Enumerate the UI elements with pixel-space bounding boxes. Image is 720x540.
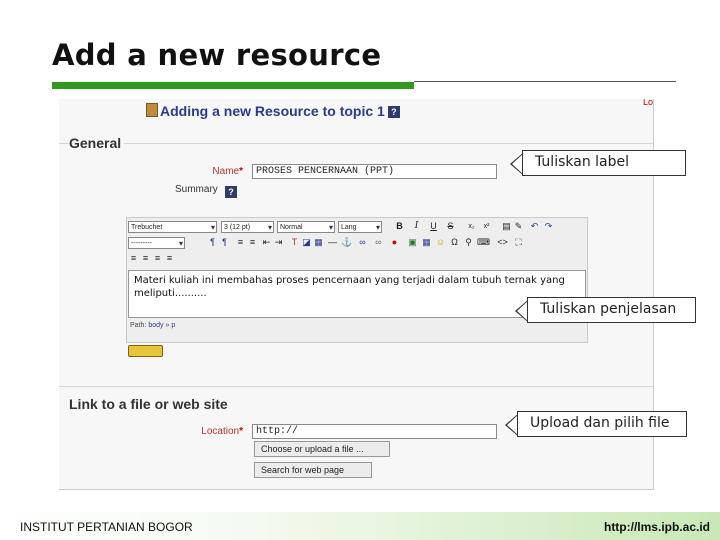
callout-upload: Upload dan pilih file (517, 411, 687, 437)
style-select[interactable]: Normal (277, 221, 335, 233)
nolink-icon[interactable]: ● (389, 237, 400, 248)
path-label: Path: (130, 322, 147, 329)
location-label-text: Location (201, 426, 240, 437)
title-divider-line (414, 81, 676, 82)
location-required-icon: * (239, 426, 243, 437)
link-icon[interactable]: ∞ (357, 237, 368, 248)
redo-icon[interactable]: ↷ (543, 221, 554, 232)
general-legend: General (69, 135, 125, 151)
background-color-icon[interactable]: ◪ (301, 237, 312, 248)
login-link[interactable]: Lo (643, 99, 653, 107)
outdent-icon[interactable]: ⇤ (261, 237, 272, 248)
ordered-list-icon[interactable]: ≡ (235, 237, 246, 248)
indent-icon[interactable]: ⇥ (273, 237, 284, 248)
link-section-line (59, 386, 653, 387)
text-color-icon[interactable]: T (289, 237, 300, 248)
summary-help-icon[interactable]: ? (225, 186, 237, 198)
undo-icon[interactable]: ↶ (529, 221, 540, 232)
heading-select[interactable]: --------- (128, 237, 185, 249)
emoticon-icon[interactable]: ☺ (435, 237, 446, 248)
location-input[interactable]: http:// (252, 424, 497, 439)
choose-file-button[interactable]: Choose or upload a file ... (254, 441, 390, 457)
font-family-select[interactable]: Trebuchet (128, 221, 217, 233)
editor-path: Path: body » p (130, 322, 175, 329)
align-right-icon[interactable]: ≡ (152, 253, 163, 264)
path-separator: » (165, 322, 170, 329)
html-source-icon[interactable]: ⌨ (477, 237, 490, 248)
search-replace-icon[interactable]: ⚲ (463, 237, 474, 248)
clean-word-icon[interactable]: ▤ (501, 221, 512, 232)
underline-icon[interactable]: U (428, 221, 439, 232)
footer-bar: INSTITUT PERTANIAN BOGOR http://lms.ipb.… (0, 512, 720, 540)
rtl-icon[interactable]: ¶ (219, 237, 230, 248)
search-web-button[interactable]: Search for web page (254, 462, 372, 478)
strikethrough-icon[interactable]: S (445, 221, 456, 232)
resource-icon (146, 103, 158, 117)
summary-label: Summary (175, 184, 218, 195)
ltr-icon[interactable]: ¶ (207, 237, 218, 248)
font-size-select[interactable]: 3 (12 pt) (221, 221, 274, 233)
special-char-icon[interactable]: Ω (449, 237, 460, 248)
unordered-list-icon[interactable]: ≡ (247, 237, 258, 248)
form-heading: Adding a new Resource to topic 1? (146, 103, 400, 119)
slide-title: Add a new resource (52, 38, 382, 72)
superscript-icon[interactable]: x² (481, 221, 492, 232)
clear-icon[interactable]: ✎ (513, 221, 524, 232)
italic-icon[interactable]: I (411, 221, 422, 232)
subscript-icon[interactable]: x₂ (466, 221, 477, 232)
help-icon[interactable]: ? (387, 106, 400, 119)
name-label-text: Name (212, 166, 240, 177)
image-icon[interactable]: ▣ (407, 237, 418, 248)
callout-description: Tuliskan penjelasan (527, 297, 696, 323)
insert-icon[interactable]: ▦ (313, 237, 324, 248)
title-accent-bar (52, 82, 414, 89)
general-section-line (59, 143, 653, 144)
location-label: Location* (179, 426, 243, 437)
required-icon: * (239, 166, 243, 177)
fullscreen-icon[interactable]: ⛶ (513, 237, 524, 248)
link-legend: Link to a file or web site (69, 396, 231, 412)
table-icon[interactable]: ▦ (421, 237, 432, 248)
horizontal-rule-icon[interactable]: — (327, 237, 338, 248)
name-input[interactable]: PROSES PENCERNAAN (PPT) (252, 164, 497, 179)
footer-institution: INSTITUT PERTANIAN BOGOR (20, 520, 193, 534)
bold-icon[interactable]: B (394, 221, 405, 232)
toggle-html-icon[interactable]: <> (497, 237, 508, 248)
align-justify-icon[interactable]: ≡ (164, 253, 175, 264)
form-heading-text: Adding a new Resource to topic 1 (160, 103, 385, 119)
html-editor: Trebuchet 3 (12 pt) Normal Lang B I U S … (126, 217, 588, 343)
name-label: Name* (179, 166, 243, 177)
callout-label: Tuliskan label (522, 150, 686, 176)
path-body-link[interactable]: body (148, 322, 163, 329)
path-p-link[interactable]: p (171, 322, 175, 329)
footer-url: http://lms.ipb.ac.id (603, 520, 710, 534)
language-select[interactable]: Lang (338, 221, 382, 233)
align-center-icon[interactable]: ≡ (140, 253, 151, 264)
keyboard-icon[interactable] (128, 345, 163, 357)
align-left-icon[interactable]: ≡ (128, 253, 139, 264)
unlink-icon[interactable]: ∞ (373, 237, 384, 248)
anchor-icon[interactable]: ⚓ (341, 237, 352, 248)
